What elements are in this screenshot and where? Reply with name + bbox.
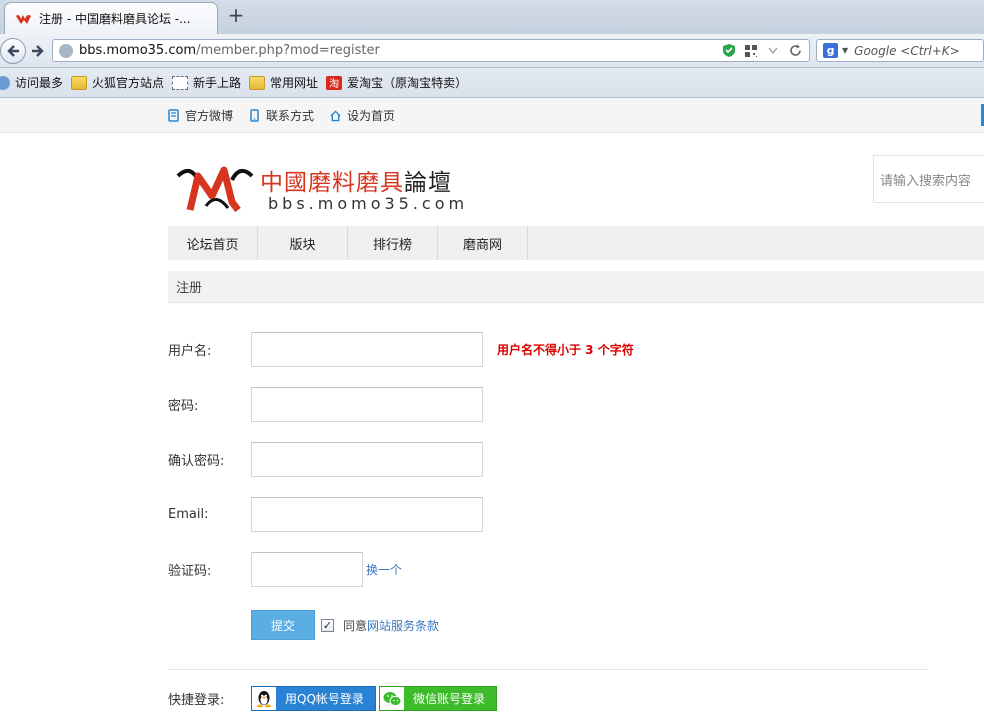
- qr-code-icon[interactable]: [743, 43, 759, 59]
- wechat-login-label: 微信账号登录: [413, 692, 486, 706]
- email-row: Email:: [168, 497, 483, 532]
- browser-tabstrip: 注册 - 中国磨料磨具论坛 -... +: [0, 0, 984, 34]
- site-search-input[interactable]: 请输入搜索内容: [873, 155, 984, 203]
- logo-domain: bbs.momo35.com: [268, 194, 469, 213]
- bookmark-ai-taobao[interactable]: 淘 爱淘宝（原淘宝特卖）: [326, 74, 467, 91]
- folder-icon: [71, 75, 88, 90]
- qq-penguin-icon: [252, 687, 276, 710]
- captcha-row: 验证码: 换一个: [168, 552, 402, 587]
- captcha-label: 验证码:: [168, 564, 212, 579]
- browser-navbar: bbs.momo35.com/member.php?mod=register g…: [0, 34, 984, 68]
- reload-icon[interactable]: [787, 43, 803, 59]
- password-input[interactable]: [251, 387, 483, 422]
- new-tab-button[interactable]: +: [226, 5, 246, 26]
- forward-arrow-icon: [32, 45, 44, 57]
- site-favicon-icon: [15, 13, 32, 25]
- captcha-input[interactable]: [251, 552, 363, 587]
- email-input[interactable]: [251, 497, 483, 532]
- bookmark-firefox-official[interactable]: 火狐官方站点: [71, 74, 164, 91]
- site-topbar: 官方微博 联系方式 设为首页: [0, 98, 984, 133]
- home-icon: [330, 109, 341, 122]
- globe-icon: [59, 43, 73, 58]
- browser-search-bar[interactable]: g ▼ Google <Ctrl+K>: [816, 39, 984, 62]
- username-input[interactable]: [251, 332, 483, 367]
- quick-login-row: 快捷登录: 用QQ帐号登录 微信账号登录: [168, 686, 497, 711]
- main-nav: 论坛首页 版块 排行榜 磨商网: [168, 226, 984, 260]
- folder-icon: [249, 75, 266, 90]
- search-placeholder: Google <Ctrl+K>: [854, 43, 960, 58]
- captcha-refresh-link[interactable]: 换一个: [366, 561, 402, 578]
- password-label: 密码:: [168, 399, 199, 414]
- nav-item-mos-net[interactable]: 磨商网: [438, 226, 528, 260]
- nav-item-rankings[interactable]: 排行榜: [348, 226, 438, 260]
- confirm-password-label: 确认密码:: [168, 454, 225, 469]
- submit-button[interactable]: 提交: [251, 610, 315, 640]
- tab-title: 注册 - 中国磨料磨具论坛 -...: [39, 12, 191, 26]
- back-arrow-icon: [7, 45, 19, 57]
- qq-login-button[interactable]: 用QQ帐号登录: [251, 686, 376, 711]
- agree-prefix: 同意: [343, 618, 368, 633]
- submit-row: 提交 ✓ 同意 网站服务条款: [251, 610, 439, 640]
- divider: [168, 669, 928, 670]
- google-icon[interactable]: g: [823, 43, 838, 58]
- back-button[interactable]: [0, 38, 26, 64]
- browser-tab[interactable]: 注册 - 中国磨料磨具论坛 -...: [4, 2, 218, 34]
- username-row: 用户名: 用户名不得小于 3 个字符: [168, 332, 634, 367]
- phone-icon: [249, 109, 260, 122]
- dropdown-arrow-icon[interactable]: [765, 43, 781, 59]
- most-visited-icon: [0, 75, 10, 90]
- quick-login-label: 快捷登录:: [168, 693, 225, 708]
- forward-button[interactable]: [29, 42, 47, 60]
- bookmark-most-visited[interactable]: 访问最多: [0, 74, 63, 91]
- terms-link[interactable]: 网站服务条款: [367, 617, 439, 634]
- page-icon: [172, 75, 189, 90]
- search-engine-dropdown-icon[interactable]: ▼: [842, 46, 848, 55]
- weibo-icon: [168, 109, 179, 122]
- confirm-password-row: 确认密码:: [168, 442, 483, 477]
- toplink-weibo[interactable]: 官方微博: [168, 107, 233, 124]
- username-error-hint: 用户名不得小于 3 个字符: [497, 343, 634, 357]
- shield-icon[interactable]: [721, 43, 737, 59]
- toplink-contact[interactable]: 联系方式: [249, 107, 314, 124]
- logo-mark-icon: [176, 166, 254, 213]
- agree-checkbox[interactable]: ✓: [321, 618, 334, 632]
- wechat-icon: [380, 687, 404, 710]
- nav-item-boards[interactable]: 版块: [258, 226, 348, 260]
- taobao-icon: 淘: [326, 75, 343, 90]
- bookmarks-toolbar: 访问最多 火狐官方站点 新手上路 常用网址 淘 爱淘宝（原淘宝特卖）: [0, 68, 984, 98]
- username-label: 用户名:: [168, 344, 212, 359]
- email-label: Email:: [168, 507, 209, 522]
- nav-item-forum-home[interactable]: 论坛首页: [168, 226, 258, 260]
- page-title: 注册: [168, 271, 984, 303]
- toplink-set-homepage[interactable]: 设为首页: [330, 107, 395, 124]
- wechat-login-button[interactable]: 微信账号登录: [379, 686, 497, 711]
- address-bar[interactable]: bbs.momo35.com/member.php?mod=register: [52, 39, 810, 62]
- site-logo[interactable]: 中國磨料磨具論壇 bbs.momo35.com: [176, 158, 464, 216]
- confirm-password-input[interactable]: [251, 442, 483, 477]
- terms-agreement: ✓ 同意 网站服务条款: [321, 617, 439, 634]
- bookmark-getting-started[interactable]: 新手上路: [172, 74, 241, 91]
- bookmark-common-sites[interactable]: 常用网址: [249, 74, 318, 91]
- password-row: 密码:: [168, 387, 483, 422]
- logo-chinese-title: 中國磨料磨具論壇: [260, 170, 452, 196]
- url-text[interactable]: bbs.momo35.com/member.php?mod=register: [79, 43, 721, 58]
- qq-login-label: 用QQ帐号登录: [285, 692, 364, 706]
